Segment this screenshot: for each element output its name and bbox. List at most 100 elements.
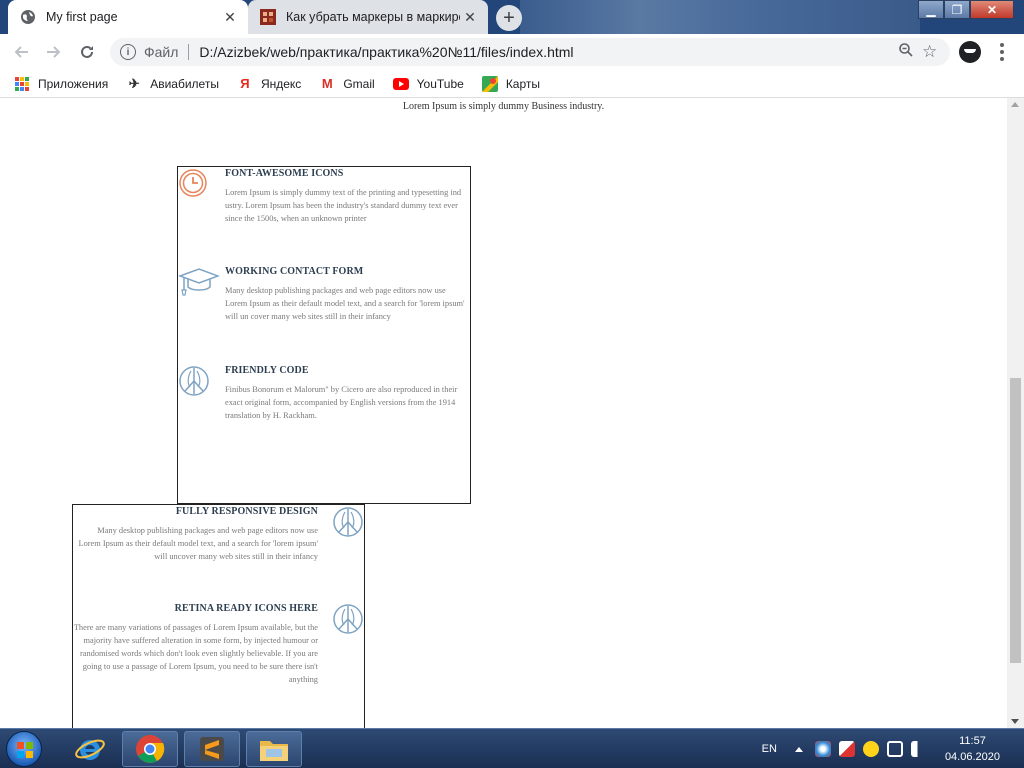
system-tray: EN 11:57 04.06.2020 — [762, 729, 1024, 768]
sublime-text-icon — [200, 737, 224, 761]
close-tab-icon[interactable]: ✕ — [220, 7, 240, 27]
taskbar-sublime-text[interactable] — [184, 731, 240, 767]
maps-icon — [481, 75, 498, 92]
bookmark-label: Яндекс — [260, 76, 302, 91]
action-center-flag-icon[interactable] — [838, 741, 855, 757]
tab-strip: My first page ✕ Как убрать маркеры в мар… — [0, 0, 1024, 34]
peace-icon — [333, 507, 363, 537]
airplane-icon: ✈ — [128, 75, 140, 91]
feature-item: FULLY RESPONSIVE DESIGN Many desktop pub… — [73, 506, 364, 596]
feature-description: There are many variations of passages of… — [73, 623, 318, 684]
feature-description: Many desktop publishing packages and web… — [78, 526, 318, 561]
bookmark-star-icon[interactable]: ☆ — [922, 42, 950, 62]
vertical-scrollbar[interactable] — [1007, 98, 1024, 728]
taskbar-explorer[interactable] — [246, 731, 302, 767]
windows-logo-icon — [17, 742, 33, 758]
globe-icon — [21, 10, 35, 24]
gmail-icon: M — [321, 76, 333, 91]
feature-text: FONT-AWESOME ICONS Lorem Ipsum is simply… — [225, 168, 469, 225]
minimize-button[interactable]: ▁ — [918, 0, 944, 19]
feature-item: WORKING CONTACT FORM Many desktop publis… — [178, 266, 471, 356]
clock-icon — [179, 169, 207, 197]
start-button[interactable] — [6, 731, 42, 767]
bookmark-label: YouTube — [416, 76, 464, 91]
separator — [188, 44, 190, 60]
tab-my-first-page[interactable]: My first page ✕ — [8, 0, 248, 34]
feature-title: FULLY RESPONSIVE DESIGN — [175, 506, 318, 517]
taskbar-internet-explorer[interactable] — [62, 731, 118, 767]
shield-plus-icon[interactable] — [862, 741, 879, 757]
antivirus-icon[interactable] — [814, 741, 831, 757]
clock-date: 04.06.2020 — [944, 751, 1000, 763]
clock-time: 11:57 — [959, 735, 986, 747]
maximize-button[interactable]: ❐ — [944, 0, 970, 19]
yandex-icon: Я — [240, 76, 250, 91]
tab-title: My first page — [46, 10, 118, 24]
browser-toolbar: i Файл D:/Azizbek/web/практика/практика%… — [0, 34, 1024, 70]
address-bar[interactable]: i Файл D:/Azizbek/web/практика/практика%… — [110, 38, 950, 66]
peace-icon — [333, 604, 363, 634]
desktop-background — [520, 0, 920, 34]
feature-title: FONT-AWESOME ICONS — [225, 168, 344, 179]
network-icon[interactable] — [886, 741, 903, 757]
feature-text: RETINA READY ICONS HERE There are many v… — [73, 603, 318, 686]
scheme-label: Файл — [144, 44, 179, 60]
dot — [1000, 57, 1004, 61]
feature-text: WORKING CONTACT FORM Many desktop publis… — [225, 266, 469, 323]
close-tab-icon[interactable]: ✕ — [460, 7, 480, 27]
zoom-icon[interactable] — [898, 42, 922, 62]
dot — [1000, 50, 1004, 54]
info-icon[interactable]: i — [120, 44, 136, 60]
window-controls: ▁ ❐ ✕ — [918, 0, 1014, 19]
new-tab-button[interactable]: + — [496, 5, 522, 31]
feature-title: RETINA READY ICONS HERE — [174, 603, 318, 614]
clock[interactable]: 11:57 04.06.2020 — [945, 733, 1000, 765]
peace-icon — [179, 366, 209, 396]
intro-text: Lorem Ipsum is simply dummy Business ind… — [402, 101, 605, 112]
bookmark-maps[interactable]: Карты — [481, 75, 541, 92]
bookmark-label: Gmail — [343, 76, 375, 91]
feature-title: FRIENDLY CODE — [225, 365, 309, 376]
show-hidden-icons-icon[interactable] — [794, 746, 803, 752]
taskbar-chrome[interactable] — [122, 731, 178, 767]
folder-icon — [260, 741, 288, 761]
arrow-right-icon — [47, 46, 61, 58]
bookmark-yandex[interactable]: Я Яндекс — [237, 76, 301, 92]
forward-button[interactable] — [43, 41, 65, 63]
close-window-button[interactable]: ✕ — [970, 0, 1014, 19]
bookmark-youtube[interactable]: YouTube — [392, 76, 464, 92]
tab-title: Как убрать маркеры в маркирован — [286, 10, 460, 24]
internet-explorer-icon — [75, 739, 105, 760]
apps-grid-icon — [14, 76, 30, 92]
feature-description: Many desktop publishing packages and web… — [225, 286, 465, 321]
page-viewport: Lorem Ipsum is simply dummy Business ind… — [0, 98, 1007, 728]
arrow-left-icon — [14, 46, 28, 58]
browser-menu-button[interactable] — [994, 40, 1010, 64]
bookmark-apps[interactable]: Приложения — [14, 76, 108, 92]
windows-taskbar: EN 11:57 04.06.2020 — [0, 728, 1024, 768]
feature-description: Finibus Bonorum et Malorum" by Cicero ar… — [225, 385, 458, 420]
back-button[interactable] — [10, 41, 32, 63]
language-indicator[interactable]: EN — [762, 743, 777, 755]
scroll-up-arrow-icon[interactable] — [1011, 102, 1019, 107]
feature-text: FULLY RESPONSIVE DESIGN Many desktop pub… — [73, 506, 318, 563]
url-text[interactable]: D:/Azizbek/web/практика/практика%20№11/f… — [199, 44, 898, 60]
graduation-cap-icon — [178, 268, 220, 296]
feature-description: Lorem Ipsum is simply dummy text of the … — [225, 188, 462, 223]
features-left-box: FONT-AWESOME ICONS Lorem Ipsum is simply… — [177, 166, 471, 504]
volume-icon[interactable] — [910, 741, 927, 757]
bookmark-aviabilety[interactable]: ✈ Авиабилеты — [126, 76, 219, 92]
reload-button[interactable] — [76, 41, 98, 63]
scrollbar-thumb[interactable] — [1010, 378, 1021, 663]
features-right-box: FULLY RESPONSIVE DESIGN Many desktop pub… — [72, 504, 365, 728]
dot — [1000, 43, 1004, 47]
feature-title: WORKING CONTACT FORM — [225, 266, 364, 277]
tab-markers-article[interactable]: Как убрать маркеры в маркирован ✕ — [248, 0, 488, 34]
scroll-down-arrow-icon[interactable] — [1011, 719, 1019, 724]
profile-avatar[interactable] — [959, 41, 981, 63]
bookmark-label: Приложения — [38, 76, 109, 91]
bookmark-gmail[interactable]: M Gmail — [319, 76, 375, 92]
feature-text: FRIENDLY CODE Finibus Bonorum et Malorum… — [225, 365, 469, 422]
bookmark-label: Карты — [505, 76, 541, 91]
youtube-icon — [392, 76, 409, 92]
